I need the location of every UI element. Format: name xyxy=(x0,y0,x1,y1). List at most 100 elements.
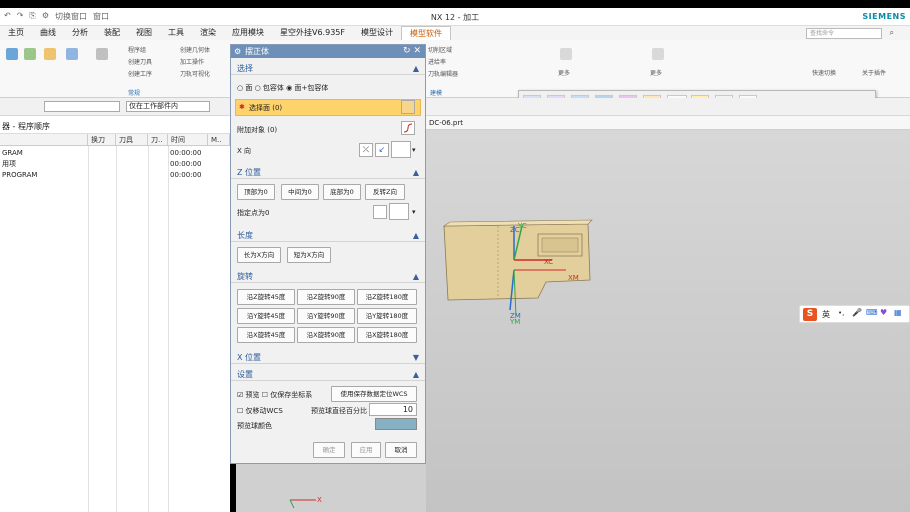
col-tool-header[interactable]: 刀具 xyxy=(116,134,148,146)
ribbon-item[interactable]: 切削区域 xyxy=(428,45,452,54)
keyboard-icon[interactable]: ⌨ xyxy=(866,308,878,317)
tab-home[interactable]: 主页 xyxy=(0,26,32,40)
filter-select[interactable] xyxy=(44,101,120,112)
mic-icon[interactable]: 🎤 xyxy=(852,308,862,317)
rotate-z180-button[interactable]: 沿Z旋转180度 xyxy=(357,289,417,305)
rotate-z90-button[interactable]: 沿Z旋转90度 xyxy=(297,289,355,305)
machining-op-icon[interactable] xyxy=(96,48,108,60)
radio-bbox[interactable]: ○ xyxy=(255,84,263,92)
col-toolno-header[interactable]: 刀.. xyxy=(148,134,168,146)
section-x-position[interactable]: X 位置 ▼ xyxy=(231,352,425,364)
collapse-icon[interactable]: ▲ xyxy=(413,271,419,283)
expand-icon[interactable]: ▼ xyxy=(413,352,419,364)
chevron-down-icon[interactable]: ▾ xyxy=(412,208,416,216)
tab-applications[interactable]: 应用模块 xyxy=(224,26,272,40)
ball-diameter-input[interactable]: 10 xyxy=(369,403,417,416)
short-x-button[interactable]: 短为X方向 xyxy=(287,247,331,263)
dialog-titlebar[interactable]: 摆正体 xyxy=(231,45,425,58)
part-tab[interactable]: DC-06.prt xyxy=(429,119,463,127)
vector-picker-icon[interactable] xyxy=(391,141,411,158)
rotate-y180-button[interactable]: 沿Y旋转180度 xyxy=(357,308,417,324)
more-button-2[interactable]: 更多 xyxy=(650,68,662,77)
section-length[interactable]: 长度 ▲ xyxy=(231,230,425,242)
chevron-down-icon[interactable]: ▾ xyxy=(412,146,416,154)
apply-button[interactable]: 应用 xyxy=(351,442,381,458)
rotate-x180-button[interactable]: 沿X旋转180度 xyxy=(357,327,417,343)
reverse-direction-icon[interactable]: ⤫ xyxy=(359,143,373,157)
rotate-y45-button[interactable]: 沿Y旋转45度 xyxy=(237,308,295,324)
ribbon-item[interactable]: 进给率 xyxy=(428,57,446,66)
section-z-position[interactable]: Z 位置 ▲ xyxy=(231,167,425,179)
collapse-icon[interactable]: ▲ xyxy=(413,369,419,381)
program-group-icon[interactable] xyxy=(6,48,18,60)
quick-switch-button[interactable]: 快速切换 xyxy=(812,68,836,77)
section-select[interactable]: 选择 ▲ xyxy=(231,63,425,75)
table-row[interactable]: PROGRAM 00:00:00 xyxy=(0,170,230,181)
ball-color-swatch[interactable] xyxy=(375,418,417,430)
tab-analysis[interactable]: 分析 xyxy=(64,26,96,40)
point-picker-icon[interactable] xyxy=(389,203,409,220)
col-toolchange-header[interactable]: 换刀 xyxy=(88,134,116,146)
more-icon[interactable] xyxy=(560,48,572,60)
preview-checkbox[interactable]: ☑ xyxy=(237,391,243,399)
reverse-z-button[interactable]: 反转Z向 xyxy=(365,184,405,200)
tab-assembly[interactable]: 装配 xyxy=(96,26,128,40)
middle-zero-button[interactable]: 中间为0 xyxy=(281,184,319,200)
use-saved-wcs-button[interactable]: 使用保存数据定位WCS xyxy=(331,386,417,402)
preview-checkbox-row[interactable]: ☑ 预览 ☐ 仅保存坐标系 xyxy=(237,390,312,400)
tab-model-software[interactable]: 模型软件 xyxy=(400,26,451,40)
vector-dialog-icon[interactable]: ↙ xyxy=(375,143,389,157)
collapse-icon[interactable]: ▲ xyxy=(413,63,419,75)
radio-face-bbox[interactable]: ◉ xyxy=(286,84,294,92)
ribbon-item[interactable]: 加工操作 xyxy=(180,57,204,66)
col-method-header[interactable]: M.. xyxy=(208,134,230,146)
table-row[interactable]: 用项 00:00:00 xyxy=(0,159,230,170)
about-plugin-button[interactable]: 关于插件 xyxy=(862,68,886,77)
rotate-x90-button[interactable]: 沿X旋转90度 xyxy=(297,327,355,343)
ribbon-item[interactable]: 刀轨编辑器 xyxy=(428,69,458,78)
ribbon-item[interactable]: 创建工序 xyxy=(128,69,152,78)
ribbon-item[interactable]: 刀轨可视化 xyxy=(180,69,210,78)
ribbon-item[interactable]: 创建刀具 xyxy=(128,57,152,66)
tab-plugin[interactable]: 星空外挂V6.935F xyxy=(272,26,353,40)
section-settings[interactable]: 设置 ▲ xyxy=(231,369,425,381)
tab-model-design[interactable]: 模型设计 xyxy=(353,26,401,40)
more-button[interactable]: 更多 xyxy=(558,68,570,77)
collapse-icon[interactable]: ▲ xyxy=(413,167,419,179)
punctuation-icon[interactable]: •, xyxy=(838,309,844,317)
skin-icon[interactable]: ♥ xyxy=(880,308,887,317)
long-x-button[interactable]: 长为X方向 xyxy=(237,247,281,263)
create-geometry-icon[interactable] xyxy=(66,48,78,60)
only-wcs-checkbox[interactable]: ☐ xyxy=(262,391,268,399)
tab-render[interactable]: 渲染 xyxy=(192,26,224,40)
attach-curve-icon[interactable] xyxy=(401,121,415,135)
table-row[interactable]: GRAM 00:00:00 xyxy=(0,148,230,159)
top-zero-button[interactable]: 顶部为0 xyxy=(237,184,275,200)
move-wcs-row[interactable]: ☐ 仅移动WCS xyxy=(237,406,283,416)
ribbon-item[interactable]: 创建几何体 xyxy=(180,45,210,54)
more-icon-2[interactable] xyxy=(652,48,664,60)
command-search-input[interactable]: 查找命令 xyxy=(806,28,882,39)
select-face-icon[interactable] xyxy=(401,100,415,114)
tab-curve[interactable]: 曲线 xyxy=(32,26,64,40)
section-rotate[interactable]: 旋转 ▲ xyxy=(231,271,425,283)
only-move-wcs-checkbox[interactable]: ☐ xyxy=(237,407,243,415)
close-icon[interactable]: ✕ xyxy=(413,46,421,56)
ime-mode-label[interactable]: 英 xyxy=(822,309,830,320)
scope-select[interactable]: 仅在工作部件内 xyxy=(126,101,210,112)
collapse-icon[interactable]: ▲ xyxy=(413,230,419,242)
point-dialog-icon[interactable] xyxy=(373,205,387,219)
create-tool-icon[interactable] xyxy=(24,48,36,60)
rotate-x45-button[interactable]: 沿X旋转45度 xyxy=(237,327,295,343)
ok-button[interactable]: 确定 xyxy=(313,442,345,458)
rotate-z45-button[interactable]: 沿Z旋转45度 xyxy=(237,289,295,305)
tab-view[interactable]: 视图 xyxy=(128,26,160,40)
ribbon-item[interactable]: 程序组 xyxy=(128,45,146,54)
tab-tools[interactable]: 工具 xyxy=(160,26,192,40)
col-name-header[interactable] xyxy=(0,134,88,146)
ime-toolbar[interactable]: S 英 •, 🎤 ⌨ ♥ ▦ xyxy=(799,305,910,323)
toolbox-icon[interactable]: ▦ xyxy=(894,308,902,317)
bottom-zero-button[interactable]: 底部为0 xyxy=(323,184,361,200)
rotate-y90-button[interactable]: 沿Y旋转90度 xyxy=(297,308,355,324)
reset-icon[interactable]: ↻ xyxy=(403,46,411,56)
